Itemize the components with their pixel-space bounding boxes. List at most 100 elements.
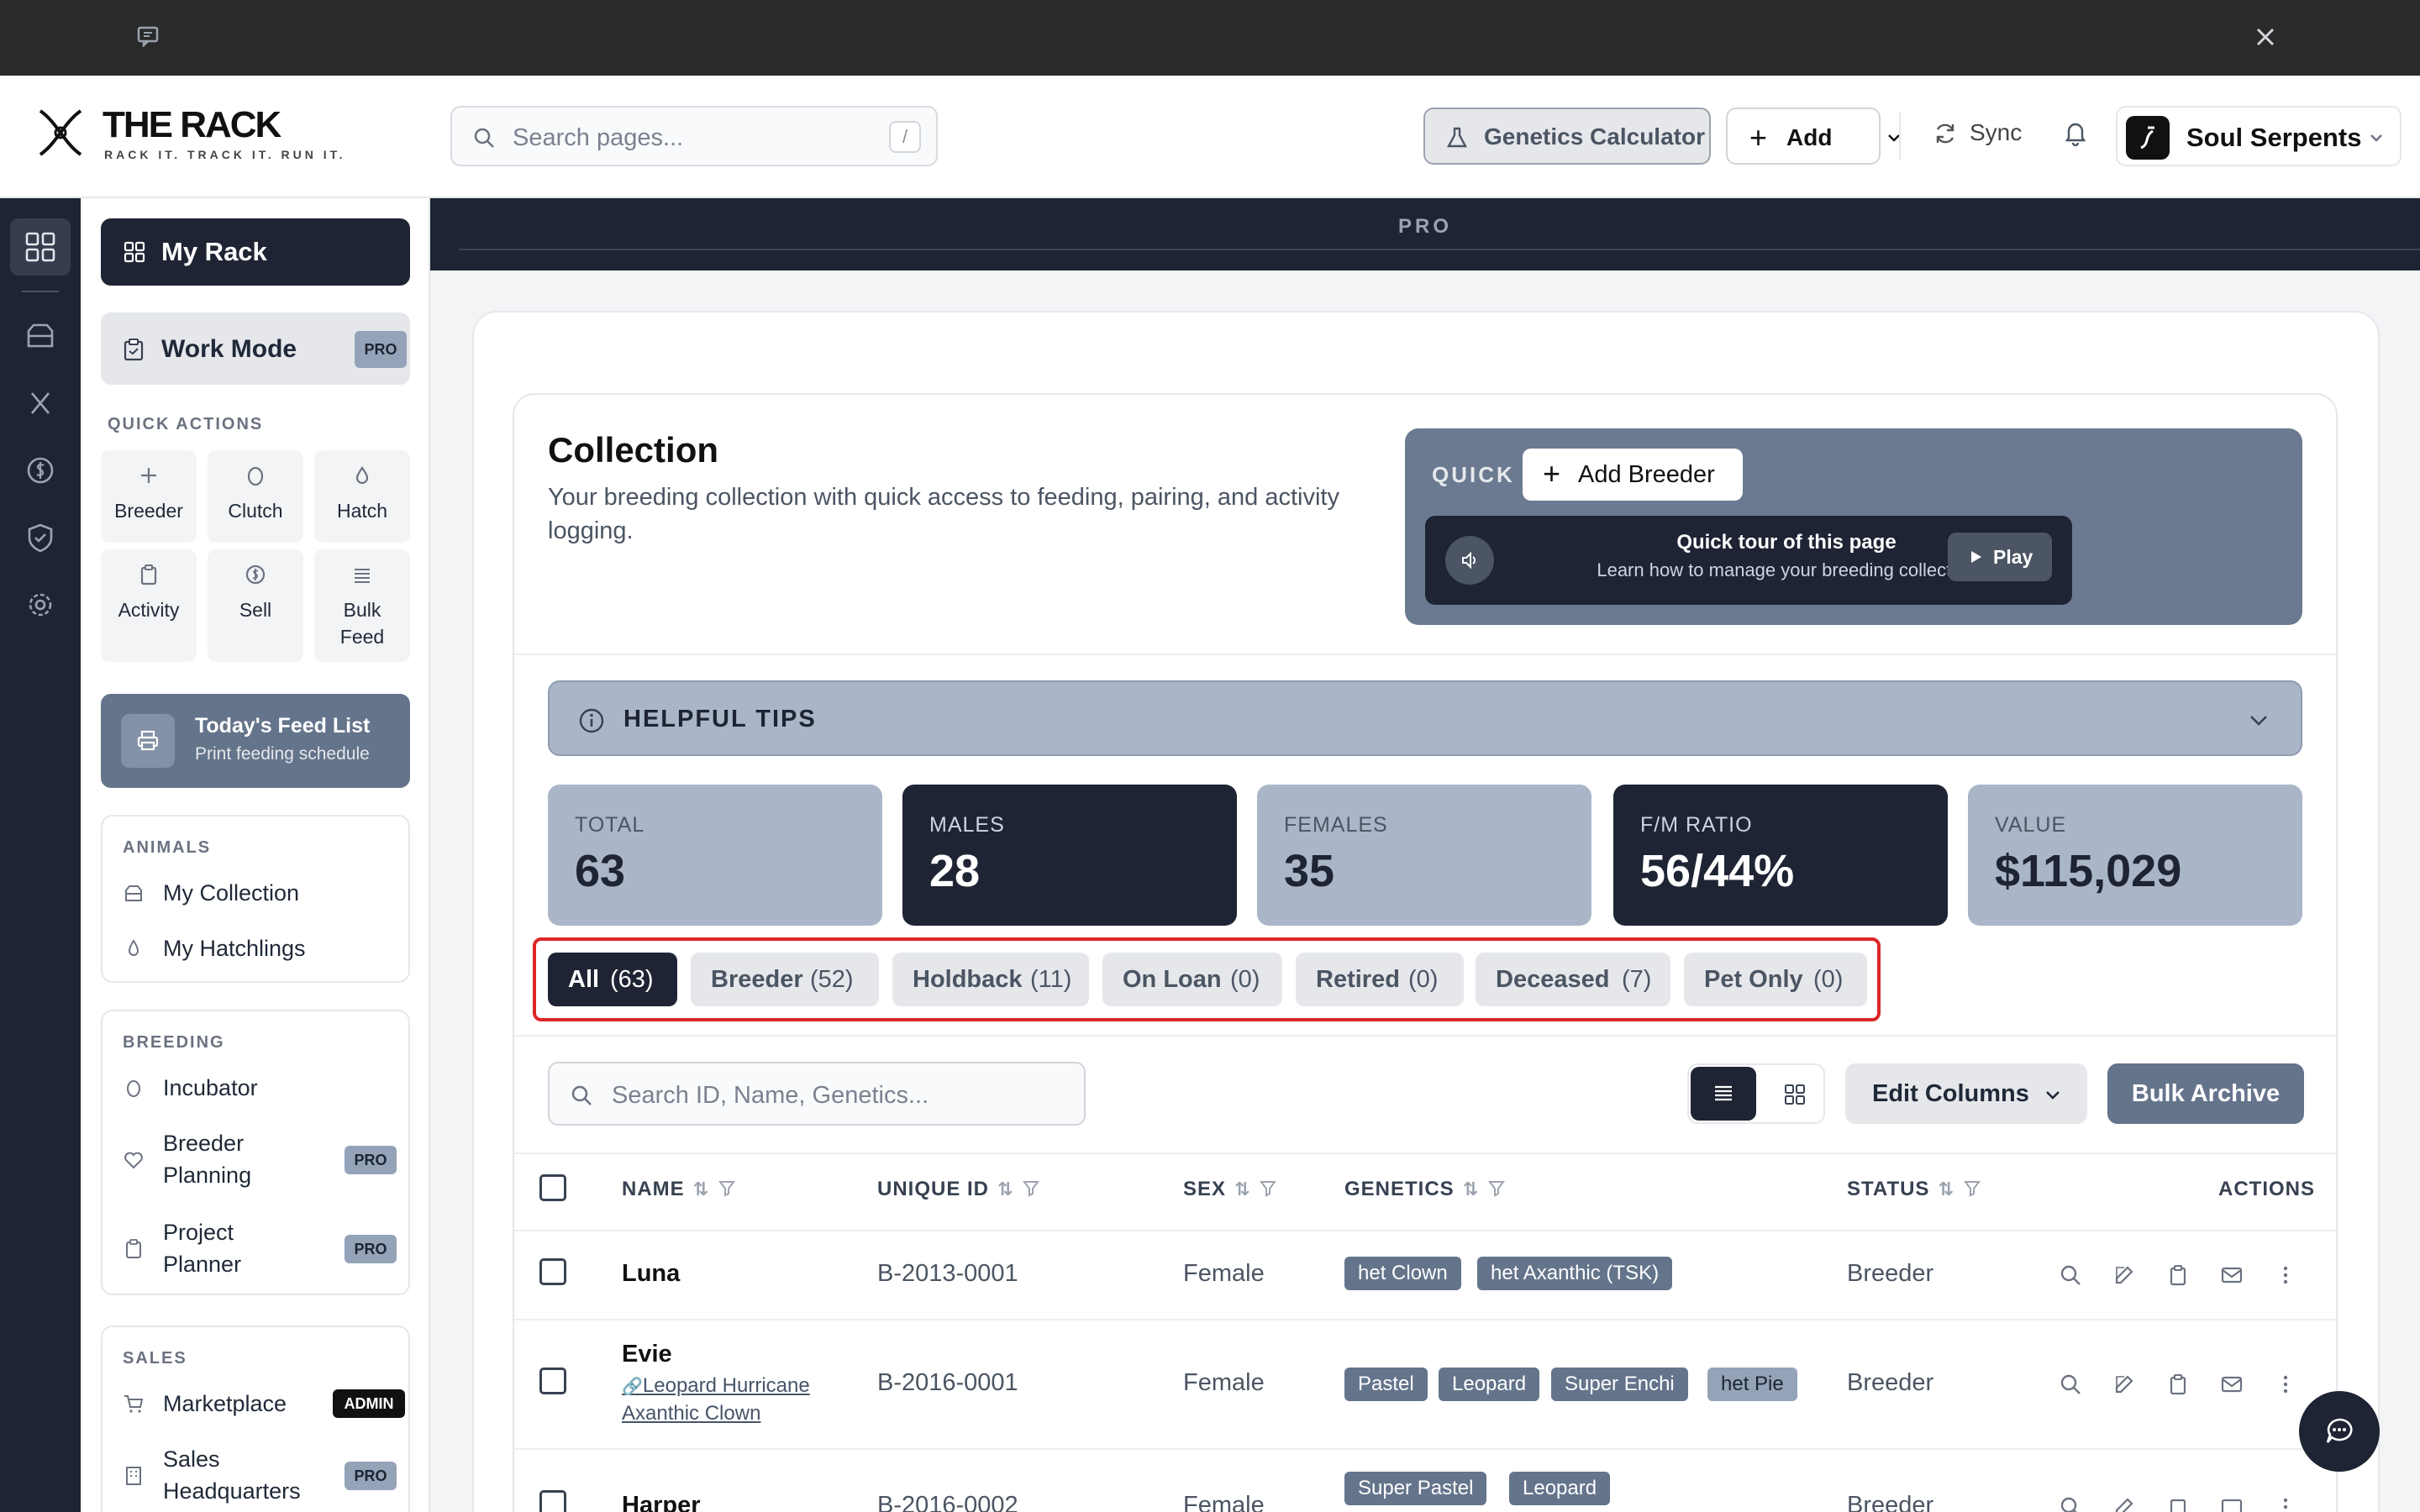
select-all-checkbox[interactable] [539,1174,566,1201]
edit-icon[interactable] [2112,1373,2136,1396]
sort-icon[interactable]: ⇅ [693,1179,709,1200]
edit-icon[interactable] [2112,1495,2136,1512]
bell-icon[interactable] [2062,119,2089,146]
list-view-button[interactable] [1691,1067,1756,1121]
dollar-icon[interactable] [22,452,59,489]
dollar-icon [245,564,266,585]
sales-nav-card: SALES Marketplace ADMIN Sales Headquarte… [101,1326,410,1512]
filter-pill-on-loan[interactable]: On Loan (0) [1102,953,1282,1006]
row-checkbox[interactable] [539,1490,566,1512]
sort-icon[interactable]: ⇅ [1938,1179,1954,1200]
edit-columns-button[interactable]: Edit Columns [1845,1063,2087,1124]
row-checkbox[interactable] [539,1258,566,1285]
column-header-name[interactable]: NAME ⇅ [622,1178,736,1201]
genetics-icon[interactable] [22,385,59,422]
sort-icon[interactable]: ⇅ [1463,1179,1479,1200]
filter-icon[interactable] [1487,1179,1506,1197]
feedback-icon[interactable] [136,25,160,47]
sidebar-item-breeder-planning[interactable]: Breeder Planning PRO [123,1127,400,1194]
account-switcher[interactable]: Soul Serpents [2116,106,2402,166]
sidebar-item-my-collection[interactable]: My Collection [123,877,400,911]
more-options-icon[interactable] [2274,1495,2297,1512]
play-label: Play [1993,546,2033,568]
row-status: Breeder [1847,1369,1934,1396]
row-name[interactable]: Luna [622,1260,680,1288]
view-icon[interactable] [2059,1495,2082,1512]
stat-value: 35 [1284,846,1335,896]
helpful-tips-toggle[interactable]: HELPFUL TIPS [548,680,2302,756]
table-row[interactable]: Harper B-2016-0002 Female Super Pastel L… [514,1450,2336,1512]
nav-item-label: Marketplace [163,1391,287,1416]
sort-icon[interactable]: ⇅ [997,1179,1013,1200]
filter-pill-all[interactable]: All (63) [548,953,677,1006]
row-morph-link[interactable]: 🔗Leopard Hurricane Axanthic Clown [622,1373,857,1427]
sidebar-item-work-mode[interactable]: Work Mode PRO [101,312,410,385]
sidebar-item-marketplace[interactable]: Marketplace ADMIN [123,1388,405,1421]
nav-item-label: My Hatchlings [163,936,306,961]
filter-pill-retired[interactable]: Retired (0) [1296,953,1464,1006]
clipboard-icon[interactable] [2166,1263,2190,1287]
sort-icon[interactable]: ⇅ [1234,1179,1250,1200]
more-options-icon[interactable] [2274,1373,2297,1396]
clipboard-icon[interactable] [2166,1373,2190,1396]
filter-pill-deceased[interactable]: Deceased (7) [1476,953,1670,1006]
quick-action-breeder[interactable]: Breeder [101,450,197,543]
quick-action-sell[interactable]: Sell [208,549,303,662]
column-header-status[interactable]: STATUS ⇅ [1847,1178,1981,1201]
search-pages-input[interactable]: Search pages... / [450,106,938,166]
table-row[interactable]: Luna B-2013-0001 Female het Clown het Ax… [514,1231,2336,1319]
filter-icon[interactable] [1022,1179,1040,1197]
row-checkbox[interactable] [539,1368,566,1394]
stat-label: MALES [929,813,1005,837]
column-header-unique-id[interactable]: UNIQUE ID ⇅ [877,1178,1040,1201]
quick-action-clutch[interactable]: Clutch [208,450,303,543]
play-button[interactable]: Play [1948,533,2052,581]
stat-value: 28 [929,846,981,896]
sidebar-item-sales-headquarters[interactable]: Sales Headquarters PRO [123,1443,400,1510]
grid-view-icon[interactable] [1783,1083,1807,1106]
chat-support-button[interactable] [2299,1391,2380,1472]
feed-list-subtitle: Print feeding schedule [195,744,370,764]
view-icon[interactable] [2059,1373,2082,1396]
quick-action-activity[interactable]: Activity [101,549,197,662]
mail-icon[interactable] [2220,1373,2244,1396]
genetics-calculator-button[interactable]: Genetics Calculator [1423,108,1711,165]
bulk-archive-button[interactable]: Bulk Archive [2107,1063,2304,1124]
filter-pill-breeder[interactable]: Breeder (52) [691,953,879,1006]
mail-icon[interactable] [2220,1495,2244,1512]
add-breeder-button[interactable]: + Add Breeder [1523,449,1743,501]
genetics-calculator-label: Genetics Calculator [1484,123,1705,150]
rack-icon[interactable] [22,318,59,354]
filter-pill-holdback[interactable]: Holdback (11) [892,953,1089,1006]
row-sex: Female [1183,1369,1265,1396]
column-header-genetics[interactable]: GENETICS ⇅ [1344,1178,1506,1201]
filter-icon[interactable] [1259,1179,1277,1197]
filter-icon[interactable] [1963,1179,1981,1197]
add-button[interactable]: + Add [1726,108,1900,165]
close-icon[interactable] [2254,25,2277,49]
edit-icon[interactable] [2112,1263,2136,1287]
animals-nav-card: ANIMALS My Collection My Hatchlings [101,815,410,983]
filter-icon[interactable] [718,1179,736,1197]
more-options-icon[interactable] [2274,1263,2297,1287]
clipboard-icon[interactable] [2166,1495,2190,1512]
todays-feed-list-button[interactable]: Today's Feed List Print feeding schedule [101,694,410,788]
mail-icon[interactable] [2220,1263,2244,1287]
row-name[interactable]: Evie [622,1341,672,1368]
gear-icon[interactable] [22,586,59,623]
view-icon[interactable] [2059,1263,2082,1287]
sidebar-item-incubator[interactable]: Incubator [123,1072,400,1105]
quick-action-bulk-feed[interactable]: Bulk Feed [314,549,410,662]
link-icon: 🔗 [622,1378,643,1396]
shield-icon[interactable] [22,519,59,556]
sidebar-item-my-rack[interactable]: My Rack [101,218,410,286]
table-search-input[interactable]: Search ID, Name, Genetics... [548,1062,1086,1126]
quick-action-hatch[interactable]: Hatch [314,450,410,543]
sidebar-item-my-hatchlings[interactable]: My Hatchlings [123,932,400,966]
table-row[interactable]: Evie 🔗Leopard Hurricane Axanthic Clown B… [514,1320,2336,1448]
sidebar-item-project-planner[interactable]: Project Planner PRO [123,1216,400,1284]
dashboard-icon[interactable] [22,228,59,265]
row-name[interactable]: Harper [622,1492,701,1512]
column-header-sex[interactable]: SEX ⇅ [1183,1178,1277,1201]
filter-pill-pet-only[interactable]: Pet Only (0) [1684,953,1867,1006]
